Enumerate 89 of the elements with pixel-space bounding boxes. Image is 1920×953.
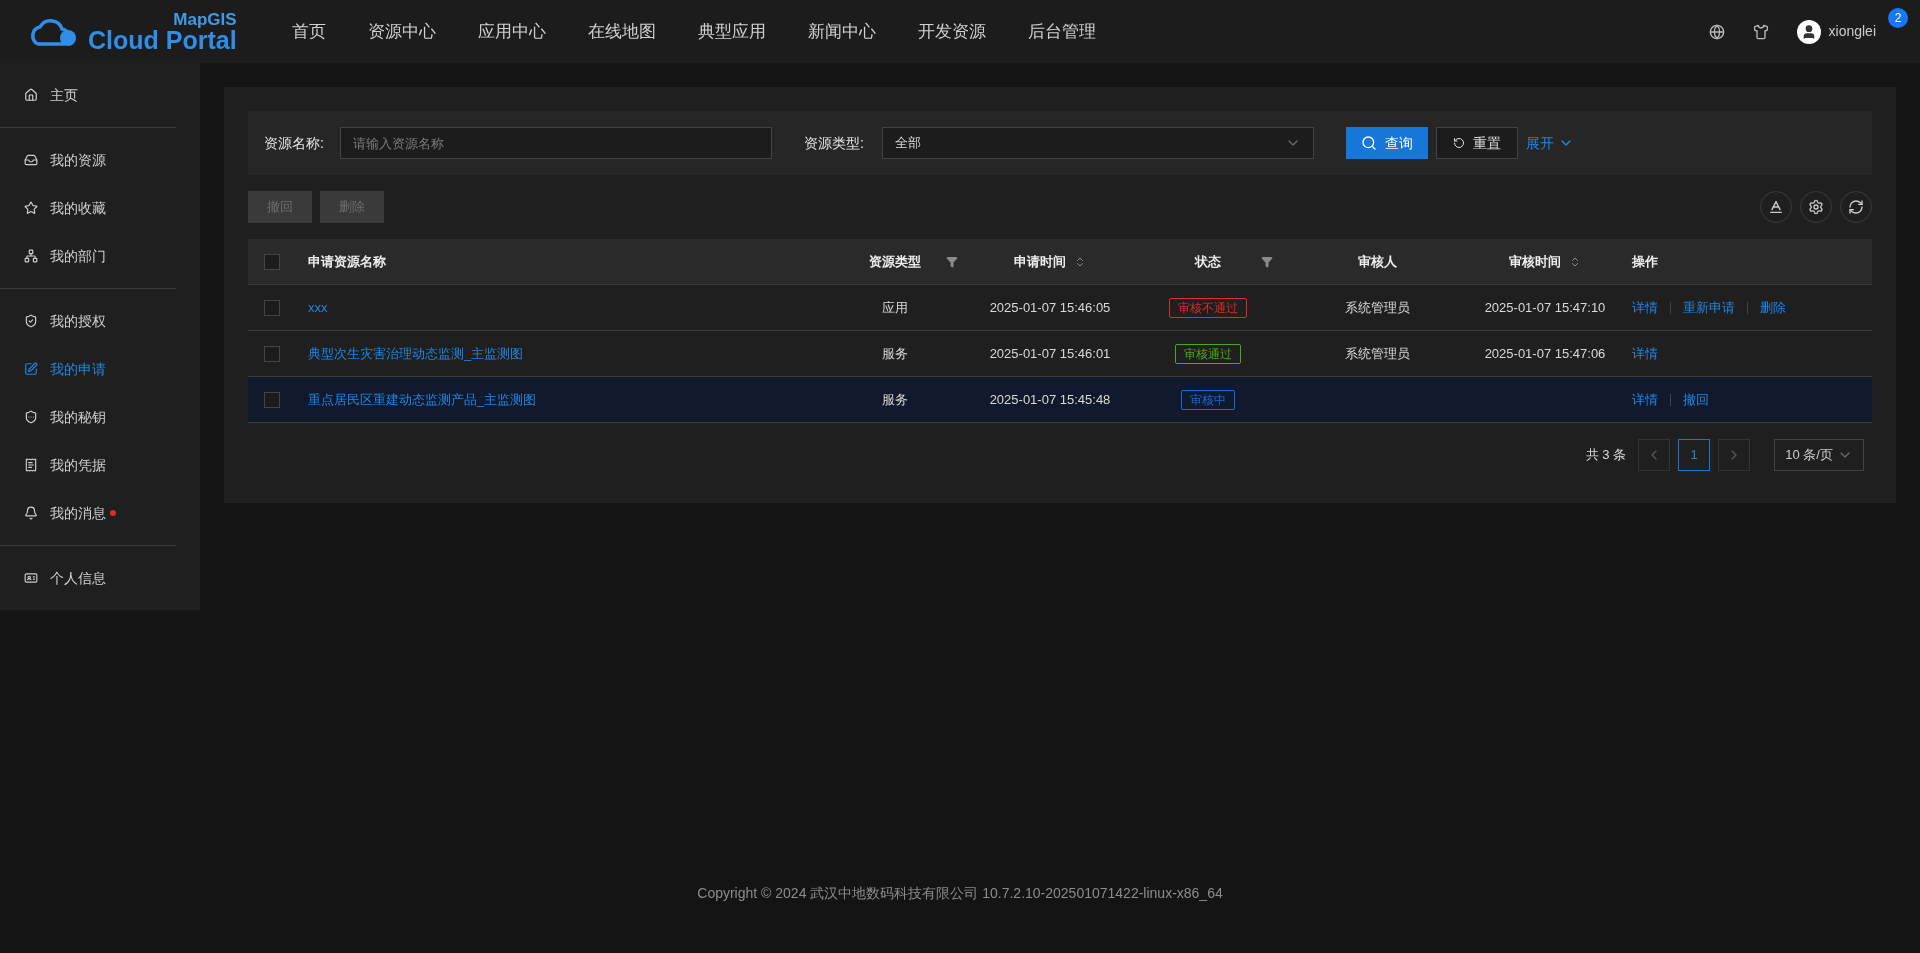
- settings-icon: [1808, 199, 1824, 215]
- avatar[interactable]: [1796, 19, 1821, 44]
- action-link[interactable]: 删除: [1760, 297, 1786, 318]
- nav-link[interactable]: 开发资源: [918, 18, 986, 45]
- reset-icon: [1453, 137, 1465, 149]
- status-tag: 审核通过: [1174, 343, 1241, 364]
- table-cell: 2025-01-07 15:46:01: [989, 345, 1111, 361]
- action-link[interactable]: 详情: [1632, 389, 1658, 410]
- copyright-text: Copyright © 2024 武汉中地数码科技有限公司 10.7.2.10-202501071422-linux-x86_64: [697, 883, 1223, 903]
- menu-icon: [24, 88, 38, 102]
- search-icon: [1361, 135, 1377, 151]
- table-cell: 应用: [882, 299, 908, 315]
- checkbox[interactable]: [264, 391, 280, 408]
- logo-subtitle: MapGIS: [173, 10, 237, 28]
- column-header: 状态: [1194, 252, 1221, 271]
- filter-icon[interactable]: [946, 255, 958, 268]
- checkbox[interactable]: [264, 253, 280, 270]
- menu-icon: [24, 201, 38, 215]
- notification-badge: 2: [1888, 7, 1908, 28]
- table-row[interactable]: 重点居民区重建动态监测产品_主监测图 服务 2025-01-07 15:45:48 审核中 详情 撤回: [248, 377, 1872, 423]
- resource-link[interactable]: 重点居民区重建动态监测产品_主监测图: [308, 391, 537, 407]
- menu-icon: [24, 153, 38, 167]
- expand-link[interactable]: 展开: [1526, 132, 1574, 154]
- sidebar-item[interactable]: 我的资源: [0, 136, 200, 184]
- nav-link[interactable]: 在线地图: [588, 18, 656, 45]
- resource-link[interactable]: 典型次生灾害治理动态监测_主监测图: [308, 345, 524, 361]
- total-count: 共 3 条: [1585, 446, 1626, 465]
- nav-link[interactable]: 首页: [292, 18, 326, 45]
- sort-icon[interactable]: [1569, 255, 1581, 268]
- column-header: 申请时间: [1014, 252, 1066, 271]
- nav-link[interactable]: 资源中心: [368, 18, 436, 45]
- column-header: 审核人: [1358, 252, 1397, 271]
- sidebar-item[interactable]: 我的消息: [0, 489, 200, 537]
- column-header: 操作: [1632, 252, 1658, 271]
- refresh-icon: [1848, 199, 1864, 215]
- table-cell: 系统管理员: [1345, 345, 1410, 361]
- sidebar-item[interactable]: 我的部门: [0, 232, 200, 280]
- nav-link[interactable]: 典型应用: [698, 18, 766, 45]
- sidebar-item[interactable]: 我的凭据: [0, 441, 200, 489]
- action-link[interactable]: 重新申请: [1683, 297, 1735, 318]
- table-cell: 系统管理员: [1345, 299, 1410, 315]
- menu-icon: [24, 249, 38, 263]
- action-link[interactable]: 详情: [1632, 343, 1658, 364]
- text-size-icon: [1768, 199, 1784, 215]
- table-cell: 2025-01-07 15:45:48: [989, 391, 1111, 407]
- status-tag: 审核中: [1180, 389, 1235, 410]
- theme-icon[interactable]: [1752, 23, 1769, 40]
- menu-icon: [24, 571, 38, 585]
- reset-button[interactable]: 重置: [1436, 127, 1518, 159]
- sidebar-item[interactable]: 我的收藏: [0, 184, 200, 232]
- page-button[interactable]: 1: [1678, 439, 1710, 471]
- column-header: 资源类型: [869, 252, 921, 271]
- table-cell: 服务: [882, 391, 908, 407]
- sidebar-item[interactable]: 我的申请: [0, 345, 200, 393]
- table-cell: 服务: [882, 345, 908, 361]
- menu-icon: [24, 362, 38, 376]
- column-header: 申请资源名称: [308, 252, 386, 271]
- table-cell: 2025-01-07 15:47:06: [1484, 345, 1606, 361]
- sidebar-item[interactable]: 个人信息: [0, 554, 200, 602]
- sidebar-item[interactable]: 我的秘钥: [0, 393, 200, 441]
- sort-icon[interactable]: [1074, 255, 1086, 268]
- sidebar-item[interactable]: 我的授权: [0, 297, 200, 345]
- nav-link[interactable]: 新闻中心: [808, 18, 876, 45]
- column-header: 审核时间: [1509, 252, 1561, 271]
- type-select[interactable]: 全部: [882, 127, 1314, 159]
- resource-link[interactable]: xxx: [308, 299, 328, 315]
- menu-icon: [24, 458, 38, 472]
- page-size-select[interactable]: 10 条/页: [1774, 439, 1864, 471]
- name-input[interactable]: 请输入资源名称: [340, 127, 772, 159]
- menu-icon: [24, 314, 38, 328]
- field-label: 资源名称:: [264, 133, 325, 153]
- nav-link[interactable]: 应用中心: [478, 18, 546, 45]
- action-link[interactable]: 详情: [1632, 297, 1658, 318]
- checkbox[interactable]: [264, 299, 280, 316]
- sidebar-item[interactable]: 主页: [0, 71, 200, 119]
- action-link[interactable]: 撤回: [1683, 389, 1709, 410]
- checkbox[interactable]: [264, 345, 280, 362]
- table-cell: 2025-01-07 15:47:10: [1484, 299, 1606, 315]
- nav-link[interactable]: 后台管理: [1028, 18, 1096, 45]
- logo-title: Cloud Portal: [88, 27, 237, 53]
- table-cell: 2025-01-07 15:46:05: [989, 299, 1111, 315]
- status-tag: 审核不通过: [1168, 297, 1247, 318]
- menu-icon: [24, 506, 38, 520]
- filter-icon[interactable]: [1261, 255, 1273, 268]
- user-name[interactable]: xionglei: [1828, 21, 1876, 42]
- language-icon[interactable]: [1708, 23, 1725, 40]
- search-button[interactable]: 查询: [1346, 127, 1428, 159]
- menu-icon: [24, 410, 38, 424]
- field-label: 资源类型:: [804, 133, 865, 153]
